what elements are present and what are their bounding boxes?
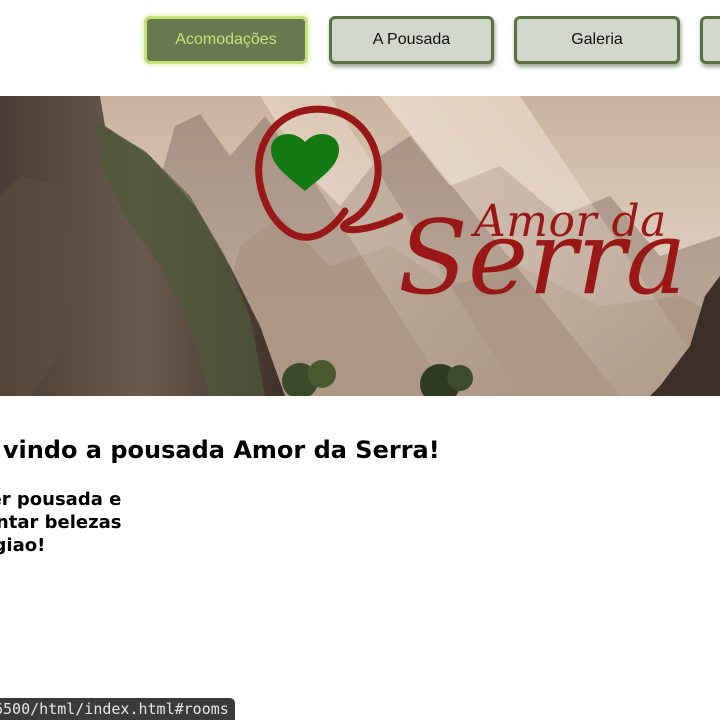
nav-a-pousada-label: A Pousada: [372, 31, 451, 48]
nav-more-button[interactable]: [700, 16, 720, 64]
nav-galeria-label: Galeria: [571, 31, 623, 48]
page: Acomodações A Pousada Galeria Amor da Se…: [0, 0, 720, 720]
welcome-body: conhecer pousada e xe encantar belezas i…: [0, 489, 122, 556]
link-status-bar: 6500/html/index.html#rooms: [0, 698, 235, 720]
nav-galeria-button[interactable]: Galeria: [514, 16, 680, 64]
welcome-title: bem vindo a pousada Amor da Serra!: [0, 436, 440, 464]
nav-acomodacoes-label: Acomodações: [175, 31, 277, 48]
nav-a-pousada-button[interactable]: A Pousada: [329, 16, 494, 64]
logo-text-line-2: Serra: [398, 199, 687, 318]
nav-acomodacoes-button[interactable]: Acomodações: [144, 16, 308, 64]
hero-banner: Amor da Serra: [0, 96, 720, 396]
main-nav: Acomodações A Pousada Galeria: [0, 0, 720, 96]
